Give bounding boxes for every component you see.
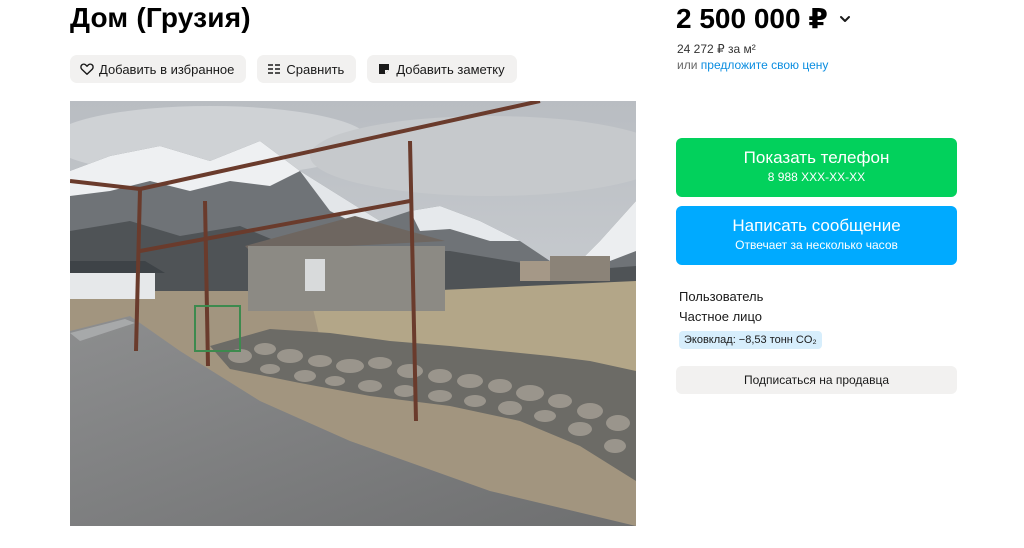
chevron-down-icon[interactable] [838,12,852,26]
seller-role[interactable]: Пользователь [679,289,763,304]
price-value: 2 500 000 ₽ [676,3,828,34]
add-note-label: Добавить заметку [396,61,505,77]
show-phone-label: Показать телефон [743,148,890,167]
listing-photo[interactable] [70,101,636,526]
eco-badge[interactable]: Эковклад: −8,53 тонн CO₂ [679,331,822,349]
heart-icon [80,62,94,76]
offer-price-line: или предложите свою цену [677,58,828,72]
add-to-favorites-button[interactable]: Добавить в избранное [70,55,247,83]
offer-price-link[interactable]: предложите свою цену [701,58,829,72]
write-message-label: Написать сообщение [732,216,901,235]
phone-number-masked: 8 988 XXX-XX-XX [767,170,866,184]
subscribe-seller-button[interactable]: Подписаться на продавца [676,366,957,394]
write-message-button[interactable]: Написать сообщение Отвечает за несколько… [676,206,957,265]
compare-button[interactable]: Сравнить [257,55,357,83]
seller-type: Частное лицо [679,309,762,324]
listing-actions: Добавить в избранное Сравнить Добавить з… [70,55,517,83]
add-to-favorites-label: Добавить в избранное [99,61,235,77]
price-per-m2: 24 272 ₽ за м² [677,42,756,56]
response-time: Отвечает за несколько часов [735,238,898,252]
add-note-button[interactable]: Добавить заметку [367,55,517,83]
compare-icon [267,62,281,76]
compare-label: Сравнить [286,61,345,77]
show-phone-button[interactable]: Показать телефон 8 988 XXX-XX-XX [676,138,957,197]
offer-prefix: или [677,58,698,72]
note-icon [377,62,391,76]
listing-title: Дом (Грузия) [70,2,251,33]
price: 2 500 000 ₽ [676,2,852,35]
